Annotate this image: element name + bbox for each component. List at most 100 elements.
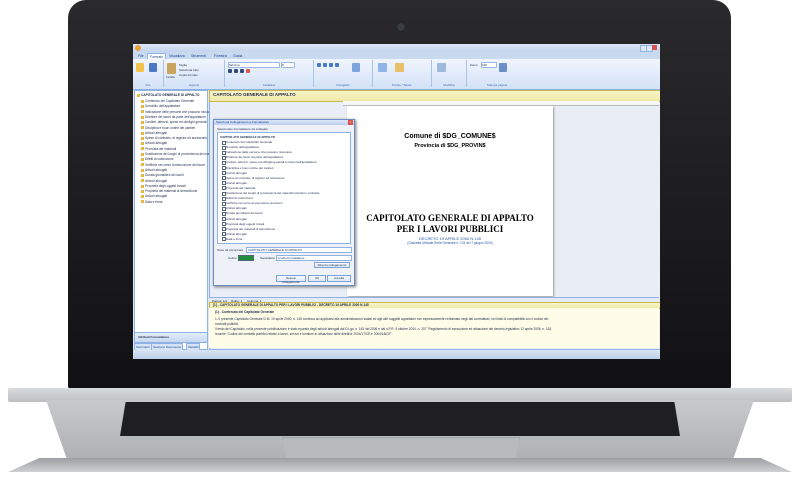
document-icon [141, 189, 144, 193]
cut-button[interactable]: Taglia [179, 63, 187, 67]
dialog-tree-item[interactable]: Articoli abrogati [226, 206, 247, 210]
document-icon [141, 168, 144, 172]
font-size-select[interactable]: 8 [281, 62, 295, 68]
tree-item[interactable]: Sostituzione dei luoghi di provenienza d… [145, 152, 217, 156]
format-icon[interactable] [352, 63, 360, 72]
dialog-tree-item[interactable]: Articoli abrogati [226, 171, 247, 175]
ribbon-group-edit: Modifica [432, 60, 467, 87]
ok-button[interactable]: OK [308, 275, 326, 282]
document-icon [141, 184, 144, 188]
dialog-tree-item[interactable]: Indicazione delle persone che possono ri… [226, 150, 292, 154]
align-center-icon[interactable] [323, 63, 327, 67]
tree-item[interactable]: Provvista dei materiali [145, 147, 176, 151]
group-label-file: File [145, 83, 151, 87]
dialog-tree-item[interactable]: Cantieri, attrezzi, spese ed obblighi ge… [226, 160, 317, 164]
dialog-tree-item[interactable]: Articoli abrogati [226, 232, 247, 236]
dialog-tree-item[interactable]: Articoli abrogati [226, 217, 247, 221]
dialog-tree-item[interactable]: Articoli abrogati [226, 181, 247, 185]
group-label-carattere: Carattere [262, 83, 276, 87]
document-page[interactable]: Comune di $DG_COMUNE$ Provincia di $DG_P… [347, 106, 553, 296]
tree-item[interactable]: Disciplina e buon ordine dei cantieri [145, 126, 195, 130]
no-link-button[interactable]: Nessun collegamento [276, 275, 306, 284]
dialog-tree-item[interactable]: Verifiche nel corso di esecuzione dei la… [226, 201, 283, 205]
tree-item[interactable]: Difetti di costruzione [145, 157, 174, 161]
paste-icon[interactable] [167, 63, 176, 74]
webcam-icon [396, 22, 406, 32]
dialog-tree-item[interactable]: Direttore dei lavori da parte dell'appal… [226, 155, 283, 159]
dialog-tree-root[interactable]: CAPITOLATO GENERALE DI APPALTO [220, 135, 275, 139]
document-icon [141, 152, 144, 156]
tree-item[interactable]: Cantieri, attrezzi, spese ed obblighi ge… [145, 120, 207, 124]
folder-icon[interactable] [136, 63, 144, 72]
font-color-icon[interactable] [246, 69, 250, 73]
table-icon[interactable] [378, 63, 387, 72]
tree-item[interactable]: Indicazione delle persone che possono ri… [145, 110, 215, 114]
tree-item[interactable]: Proprietà degli oggetti trovati [145, 184, 186, 188]
dialog-tree-item[interactable]: Difetti di costruzione [226, 196, 253, 200]
folder-icon [137, 94, 140, 97]
dialog-tree-item[interactable]: Spese di contratto, di registro ed acces… [226, 176, 284, 180]
tree-item[interactable]: Spese di contratto, di registro ed acces… [145, 136, 207, 140]
dialog-tree-list[interactable]: CAPITOLATO GENERALE DI APPALTO Contenuto… [217, 132, 351, 244]
tree-root[interactable]: CAPITOLATO GENERALE DI APPALTO [141, 93, 200, 97]
tree-item[interactable]: Proprietà dei materiali di demolizione [145, 189, 197, 193]
comune-line: Comune di $DG_COMUNE$ [404, 133, 496, 140]
bold-icon[interactable] [228, 69, 232, 73]
ribbon-group-print: Zoom 100 Stampa pagina [467, 60, 527, 87]
italic-icon[interactable] [234, 69, 238, 73]
document-icon [141, 105, 144, 108]
underline-icon[interactable] [240, 69, 244, 73]
document-icon [141, 142, 144, 146]
tree-item[interactable]: Articoli abrogati [145, 131, 167, 135]
zoom-input[interactable]: 100 [481, 62, 497, 68]
path-field[interactable]: CAPITOLATO GENERALE DI APPALTO [246, 247, 352, 253]
dialog-tree-item[interactable]: Disciplina e buon ordine dei cantieri [226, 166, 273, 170]
tree-item[interactable]: Data e firma [145, 200, 162, 204]
dialog-tree-item[interactable]: Contenuto del Capitolato Generale [226, 140, 272, 144]
document-icon [141, 200, 144, 204]
cancel-button[interactable]: Annulla [327, 275, 351, 282]
dialog-tree-item[interactable]: Data e firma [226, 237, 242, 241]
close-icon[interactable] [652, 45, 657, 50]
app-logo-icon[interactable] [135, 45, 141, 51]
editor-line: recante "Codice dei contratti pubblici r… [215, 332, 393, 336]
color-swatch[interactable] [238, 255, 254, 261]
document-icon [141, 163, 144, 167]
copy-format-button[interactable]: Copia formato [179, 73, 198, 77]
dialog-tree-item[interactable]: Durata giornaliera dei lavori [226, 211, 263, 215]
select-all-button[interactable]: Seleziona tutto [179, 68, 199, 72]
ribbon-group-words: Parole / Tavolo [373, 60, 432, 87]
save-icon[interactable] [149, 63, 157, 72]
tree-item[interactable]: Articoli abrogati [145, 179, 167, 183]
find-icon[interactable] [437, 63, 446, 72]
tree-item[interactable]: Articoli abrogati [145, 168, 167, 172]
ribbon-tabs: File Formato Visualizza Strumenti Finest… [133, 52, 660, 60]
document-icon [141, 179, 144, 183]
search-link-button[interactable]: Ricerca collegamento [314, 262, 350, 268]
separator-select[interactable]: Livello Formattatore [276, 255, 352, 261]
words-icon[interactable] [395, 63, 404, 72]
dialog-tree-item[interactable]: Sostituzione dei luoghi di provenienza d… [226, 191, 319, 195]
group-label-paragrafo: Paragrafo [336, 83, 350, 87]
dialog-tree-item[interactable]: Domicilio dell'appaltatore [226, 145, 259, 149]
align-left-icon[interactable] [317, 63, 321, 67]
justify-icon[interactable] [335, 63, 339, 67]
tree-item[interactable]: Durata giornaliera dei lavori [145, 173, 184, 177]
tree-item[interactable]: Contenuto del Capitolato Generale [145, 99, 194, 103]
dialog-close-icon[interactable]: × [348, 120, 353, 125]
text-editor[interactable]: (1) - Contenuto del Capitolato Generale … [209, 308, 659, 348]
font-name-select[interactable]: Tahoma [228, 62, 280, 68]
align-right-icon[interactable] [329, 63, 333, 67]
ribbon-group-file: File [133, 60, 164, 87]
tree-item[interactable]: Articoli abrogati [145, 141, 167, 145]
dialog-tree-item[interactable]: Proprietà dei materiali di demolizione [226, 227, 275, 231]
dialog-tree-item[interactable]: Proprietà degli oggetti trovati [226, 222, 264, 226]
tree-item[interactable]: Articoli abrogati [145, 194, 167, 198]
print-icon[interactable] [499, 63, 507, 72]
dialog-tree-item[interactable]: Provvista dei materiali [226, 186, 255, 190]
tree-item[interactable]: Direttore dei lavori da parte dell'appal… [145, 115, 206, 119]
separator-label: Separatore [260, 256, 275, 260]
tree-item[interactable]: Verifiche nel corso di esecuzione dei la… [145, 163, 205, 167]
gazette-line: (Gazzetta Ufficiale Serie Generale n. 13… [407, 241, 493, 245]
tree-item[interactable]: Domicilio dell'appaltatore [145, 104, 180, 108]
